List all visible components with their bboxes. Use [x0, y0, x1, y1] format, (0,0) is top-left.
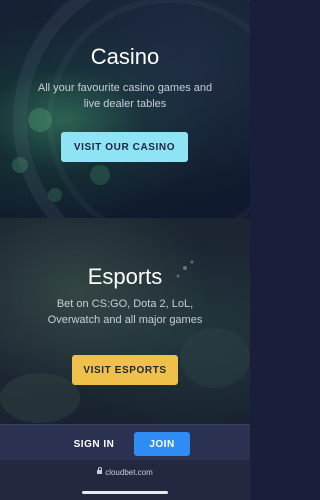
- visit-esports-button[interactable]: VISIT ESPORTS: [72, 355, 178, 385]
- lock-icon: [97, 467, 103, 474]
- sign-in-button[interactable]: SIGN IN: [60, 433, 128, 455]
- esports-subtitle: Bet on CS:GO, Dota 2, LoL, Overwatch and…: [47, 298, 203, 326]
- url-text: cloudbet.com: [105, 468, 153, 477]
- casino-title: Casino: [90, 44, 160, 69]
- browser-url-bar: cloudbet.com: [0, 460, 250, 500]
- home-indicator: [82, 491, 168, 494]
- esports-title: Esports: [87, 264, 163, 289]
- join-button[interactable]: JOIN: [134, 432, 190, 456]
- url-display[interactable]: cloudbet.com: [0, 467, 250, 477]
- casino-section: Casino All your favourite casino games a…: [0, 0, 250, 218]
- visit-casino-button[interactable]: VISIT OUR CASINO: [61, 132, 188, 162]
- casino-subtitle: All your favourite casino games and live…: [37, 82, 213, 110]
- esports-section: Esports Bet on CS:GO, Dota 2, LoL, Overw…: [0, 218, 250, 424]
- auth-bar: SIGN IN JOIN: [0, 424, 250, 461]
